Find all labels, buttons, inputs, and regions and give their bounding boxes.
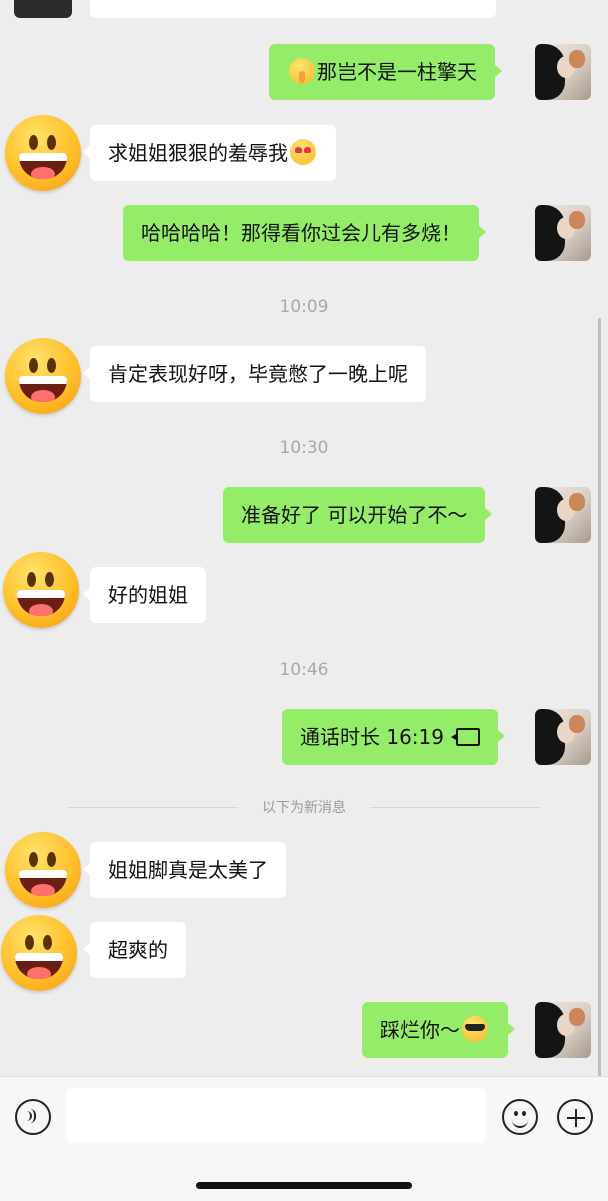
video-call-icon xyxy=(451,728,480,746)
message-text: 那岂不是一柱擎天 xyxy=(317,60,477,84)
shushing-face-emoji xyxy=(289,58,315,84)
timestamp: 10:46 xyxy=(279,660,329,680)
scrollbar[interactable] xyxy=(598,318,601,1076)
chat-message-list[interactable]: 那岂不是一柱擎天 求姐姐狠狠的羞辱我 哈哈哈哈！那得看你过会儿有多烧！ 10:0… xyxy=(0,0,608,1076)
more-actions-icon[interactable] xyxy=(557,1099,593,1135)
message-bubble-incoming[interactable]: 肯定表现好呀，毕竟憋了一晚上呢 xyxy=(83,346,426,402)
smiley-face-icon xyxy=(3,552,79,628)
timestamp: 10:30 xyxy=(279,438,329,458)
message-bubble-outgoing[interactable]: 准备好了 可以开始了不～ xyxy=(223,487,493,543)
message-text: 哈哈哈哈！那得看你过会儿有多烧！ xyxy=(141,221,461,245)
sunglasses-emoji xyxy=(462,1016,488,1042)
voice-input-icon[interactable] xyxy=(15,1099,51,1135)
contact-avatar[interactable] xyxy=(5,115,85,195)
smiley-face-icon xyxy=(5,832,81,908)
emoji-picker-icon[interactable] xyxy=(502,1099,538,1135)
message-input[interactable] xyxy=(66,1088,486,1142)
contact-avatar[interactable] xyxy=(3,552,83,632)
self-avatar[interactable] xyxy=(535,44,591,100)
call-record-bubble[interactable]: 通话时长 16:19 xyxy=(282,709,505,765)
message-text: 准备好了 可以开始了不～ xyxy=(241,503,468,527)
message-text: 姐姐脚真是太美了 xyxy=(108,858,268,882)
smiley-face-icon xyxy=(1,915,77,991)
contact-avatar[interactable] xyxy=(1,915,81,995)
avatar[interactable] xyxy=(14,0,72,18)
message-text: 通话时长 16:19 xyxy=(300,725,444,749)
message-text: 肯定表现好呀，毕竟憋了一晚上呢 xyxy=(108,362,408,386)
self-avatar[interactable] xyxy=(535,205,591,261)
message-text: 好的姐姐 xyxy=(108,583,188,607)
contact-avatar[interactable] xyxy=(5,832,85,912)
self-avatar[interactable] xyxy=(535,709,591,765)
message-bubble-outgoing[interactable]: 那岂不是一柱擎天 xyxy=(269,44,502,100)
message-bubble-incoming[interactable]: 好的姐姐 xyxy=(83,567,206,623)
self-avatar[interactable] xyxy=(535,487,591,543)
message-bubble-partial xyxy=(90,0,496,18)
message-bubble-outgoing[interactable]: 踩烂你～ xyxy=(362,1002,515,1058)
message-bubble-incoming[interactable]: 姐姐脚真是太美了 xyxy=(83,842,286,898)
new-messages-divider: 以下为新消息 xyxy=(68,800,540,816)
message-text: 超爽的 xyxy=(108,938,168,962)
contact-avatar[interactable] xyxy=(5,338,85,418)
smiley-face-icon xyxy=(5,338,81,414)
self-avatar[interactable] xyxy=(535,1002,591,1058)
home-indicator xyxy=(196,1182,412,1189)
heart-eyes-emoji xyxy=(290,139,316,165)
smiley-face-icon xyxy=(5,115,81,191)
message-bubble-incoming[interactable]: 求姐姐狠狠的羞辱我 xyxy=(83,125,336,181)
message-text: 踩烂你～ xyxy=(380,1018,460,1042)
timestamp: 10:09 xyxy=(279,297,329,317)
message-bubble-outgoing[interactable]: 哈哈哈哈！那得看你过会儿有多烧！ xyxy=(123,205,486,261)
message-bubble-incoming[interactable]: 超爽的 xyxy=(83,922,186,978)
message-text: 求姐姐狠狠的羞辱我 xyxy=(108,141,288,165)
